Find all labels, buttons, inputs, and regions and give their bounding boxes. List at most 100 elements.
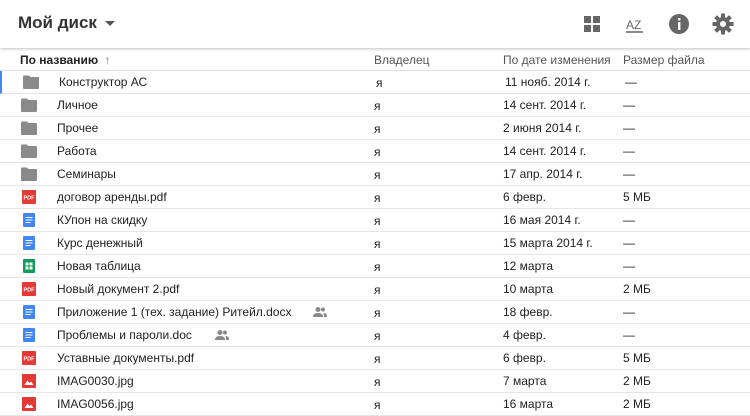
settings-gear-icon[interactable] <box>712 13 734 35</box>
my-drive-menu[interactable]: Мой диск <box>18 13 115 33</box>
file-owner: я <box>374 214 381 228</box>
pdf-icon: PDF <box>21 190 37 204</box>
file-modified: 6 февр. <box>503 190 546 204</box>
column-modified-header[interactable]: По дате изменения <box>503 53 611 67</box>
file-row[interactable]: Конструктор АС я 11 нояб. 2014 г. — <box>0 71 750 94</box>
file-row[interactable]: PDF Уставные документы.pdf я 6 февр. 5 МБ <box>0 347 750 370</box>
image-icon <box>21 374 37 388</box>
file-name: Новая таблица <box>57 259 141 273</box>
folder-icon <box>21 167 37 181</box>
image-icon <box>21 397 37 411</box>
file-modified: 7 марта <box>503 374 547 388</box>
file-row[interactable]: IMAG0056.jpg я 16 марта 2 МБ <box>0 393 750 416</box>
folder-icon <box>23 75 39 89</box>
file-owner: я <box>374 145 381 159</box>
folder-icon <box>21 121 37 135</box>
file-size: 5 МБ <box>623 190 651 204</box>
file-modified: 2 июня 2014 г. <box>503 121 582 135</box>
pdf-icon: PDF <box>21 351 37 365</box>
file-name: договор аренды.pdf <box>57 190 167 204</box>
file-row[interactable]: Прочее я 2 июня 2014 г. — <box>0 117 750 140</box>
file-owner: я <box>374 398 381 412</box>
file-list: Конструктор АС я 11 нояб. 2014 г. — Личное я 1… <box>0 71 750 416</box>
file-modified: 17 апр. 2014 г. <box>503 167 583 181</box>
folder-icon <box>21 98 37 112</box>
svg-text:PDF: PDF <box>24 357 36 363</box>
file-size: 2 МБ <box>623 397 651 411</box>
file-owner: я <box>374 168 381 182</box>
file-size: — <box>623 213 635 227</box>
shared-people-icon <box>215 329 229 341</box>
toolbar: Мой диск AZ <box>0 0 750 48</box>
file-size: — <box>623 121 635 135</box>
file-size: — <box>623 98 635 112</box>
file-name: Прочее <box>57 121 99 135</box>
file-row[interactable]: Семинары я 17 апр. 2014 г. — <box>0 163 750 186</box>
file-owner: я <box>374 99 381 113</box>
file-row[interactable]: Новая таблица я 12 марта — <box>0 255 750 278</box>
info-icon[interactable] <box>668 13 690 35</box>
page-title: Мой диск <box>18 13 97 32</box>
file-modified: 14 сент. 2014 г. <box>503 98 587 112</box>
file-name: КУпон на скидку <box>57 213 148 227</box>
file-size: — <box>623 236 635 250</box>
svg-text:PDF: PDF <box>24 196 36 202</box>
column-name-label: По названию <box>20 53 99 67</box>
file-row[interactable]: IMAG0030.jpg я 7 марта 2 МБ <box>0 370 750 393</box>
file-name: Курс денежный <box>57 236 143 250</box>
file-modified: 4 февр. <box>503 328 546 342</box>
file-modified: 16 марта <box>503 397 554 411</box>
sort-az-icon[interactable]: AZ <box>624 13 646 35</box>
file-name: Работа <box>57 144 97 158</box>
file-modified: 16 мая 2014 г. <box>503 213 581 227</box>
file-size: — <box>623 328 635 342</box>
file-row[interactable]: Приложение 1 (тех. задание) Ритейл.docx я… <box>0 301 750 324</box>
grid-view-icon[interactable] <box>581 13 603 35</box>
file-owner: я <box>374 329 381 343</box>
sort-az-icon-text: AZ <box>626 18 641 32</box>
file-size: — <box>623 259 635 273</box>
doc-icon <box>21 236 37 250</box>
file-owner: я <box>374 237 381 251</box>
file-size: 5 МБ <box>623 351 651 365</box>
column-size-header[interactable]: Размер файла <box>623 53 705 67</box>
file-owner: я <box>374 375 381 389</box>
file-size: — <box>623 144 635 158</box>
file-row[interactable]: Курс денежный я 15 марта 2014 г. — <box>0 232 750 255</box>
file-owner: я <box>374 283 381 297</box>
file-name: Приложение 1 (тех. задание) Ритейл.docx <box>57 305 292 319</box>
file-modified: 6 февр. <box>503 351 546 365</box>
file-row[interactable]: PDF договор аренды.pdf я 6 февр. 5 МБ <box>0 186 750 209</box>
sheet-icon <box>21 259 37 273</box>
file-size: 2 МБ <box>623 282 651 296</box>
chevron-down-icon <box>104 20 115 26</box>
file-name: Семинары <box>57 167 116 181</box>
file-row[interactable]: КУпон на скидку я 16 мая 2014 г. — <box>0 209 750 232</box>
file-modified: 12 марта <box>503 259 554 273</box>
file-name: Конструктор АС <box>59 75 148 89</box>
doc-icon <box>21 328 37 342</box>
file-size: 2 МБ <box>623 374 651 388</box>
file-owner: я <box>374 191 381 205</box>
doc-icon <box>21 213 37 227</box>
file-modified: 10 марта <box>503 282 554 296</box>
folder-icon <box>21 144 37 158</box>
file-name: IMAG0056.jpg <box>57 397 134 411</box>
file-row[interactable]: Работа я 14 сент. 2014 г. — <box>0 140 750 163</box>
shared-people-icon <box>313 306 327 318</box>
file-modified: 14 сент. 2014 г. <box>503 144 587 158</box>
file-row[interactable]: PDF Новый документ 2.pdf я 10 марта 2 МБ <box>0 278 750 301</box>
file-name: IMAG0030.jpg <box>57 374 134 388</box>
file-name: Проблемы и пароли.doc <box>57 328 192 342</box>
file-name: Новый документ 2.pdf <box>57 282 180 296</box>
file-owner: я <box>376 76 383 90</box>
sort-by-name-header[interactable]: По названию ↑ <box>20 53 110 67</box>
file-modified: 15 марта 2014 г. <box>503 236 593 250</box>
file-size: — <box>623 305 635 319</box>
file-row[interactable]: Личное я 14 сент. 2014 г. — <box>0 94 750 117</box>
file-size: — <box>625 75 637 89</box>
column-owner-header[interactable]: Владелец <box>374 53 430 67</box>
file-row[interactable]: Проблемы и пароли.doc я 4 февр. — <box>0 324 750 347</box>
file-owner: я <box>374 306 381 320</box>
svg-text:PDF: PDF <box>24 288 36 294</box>
